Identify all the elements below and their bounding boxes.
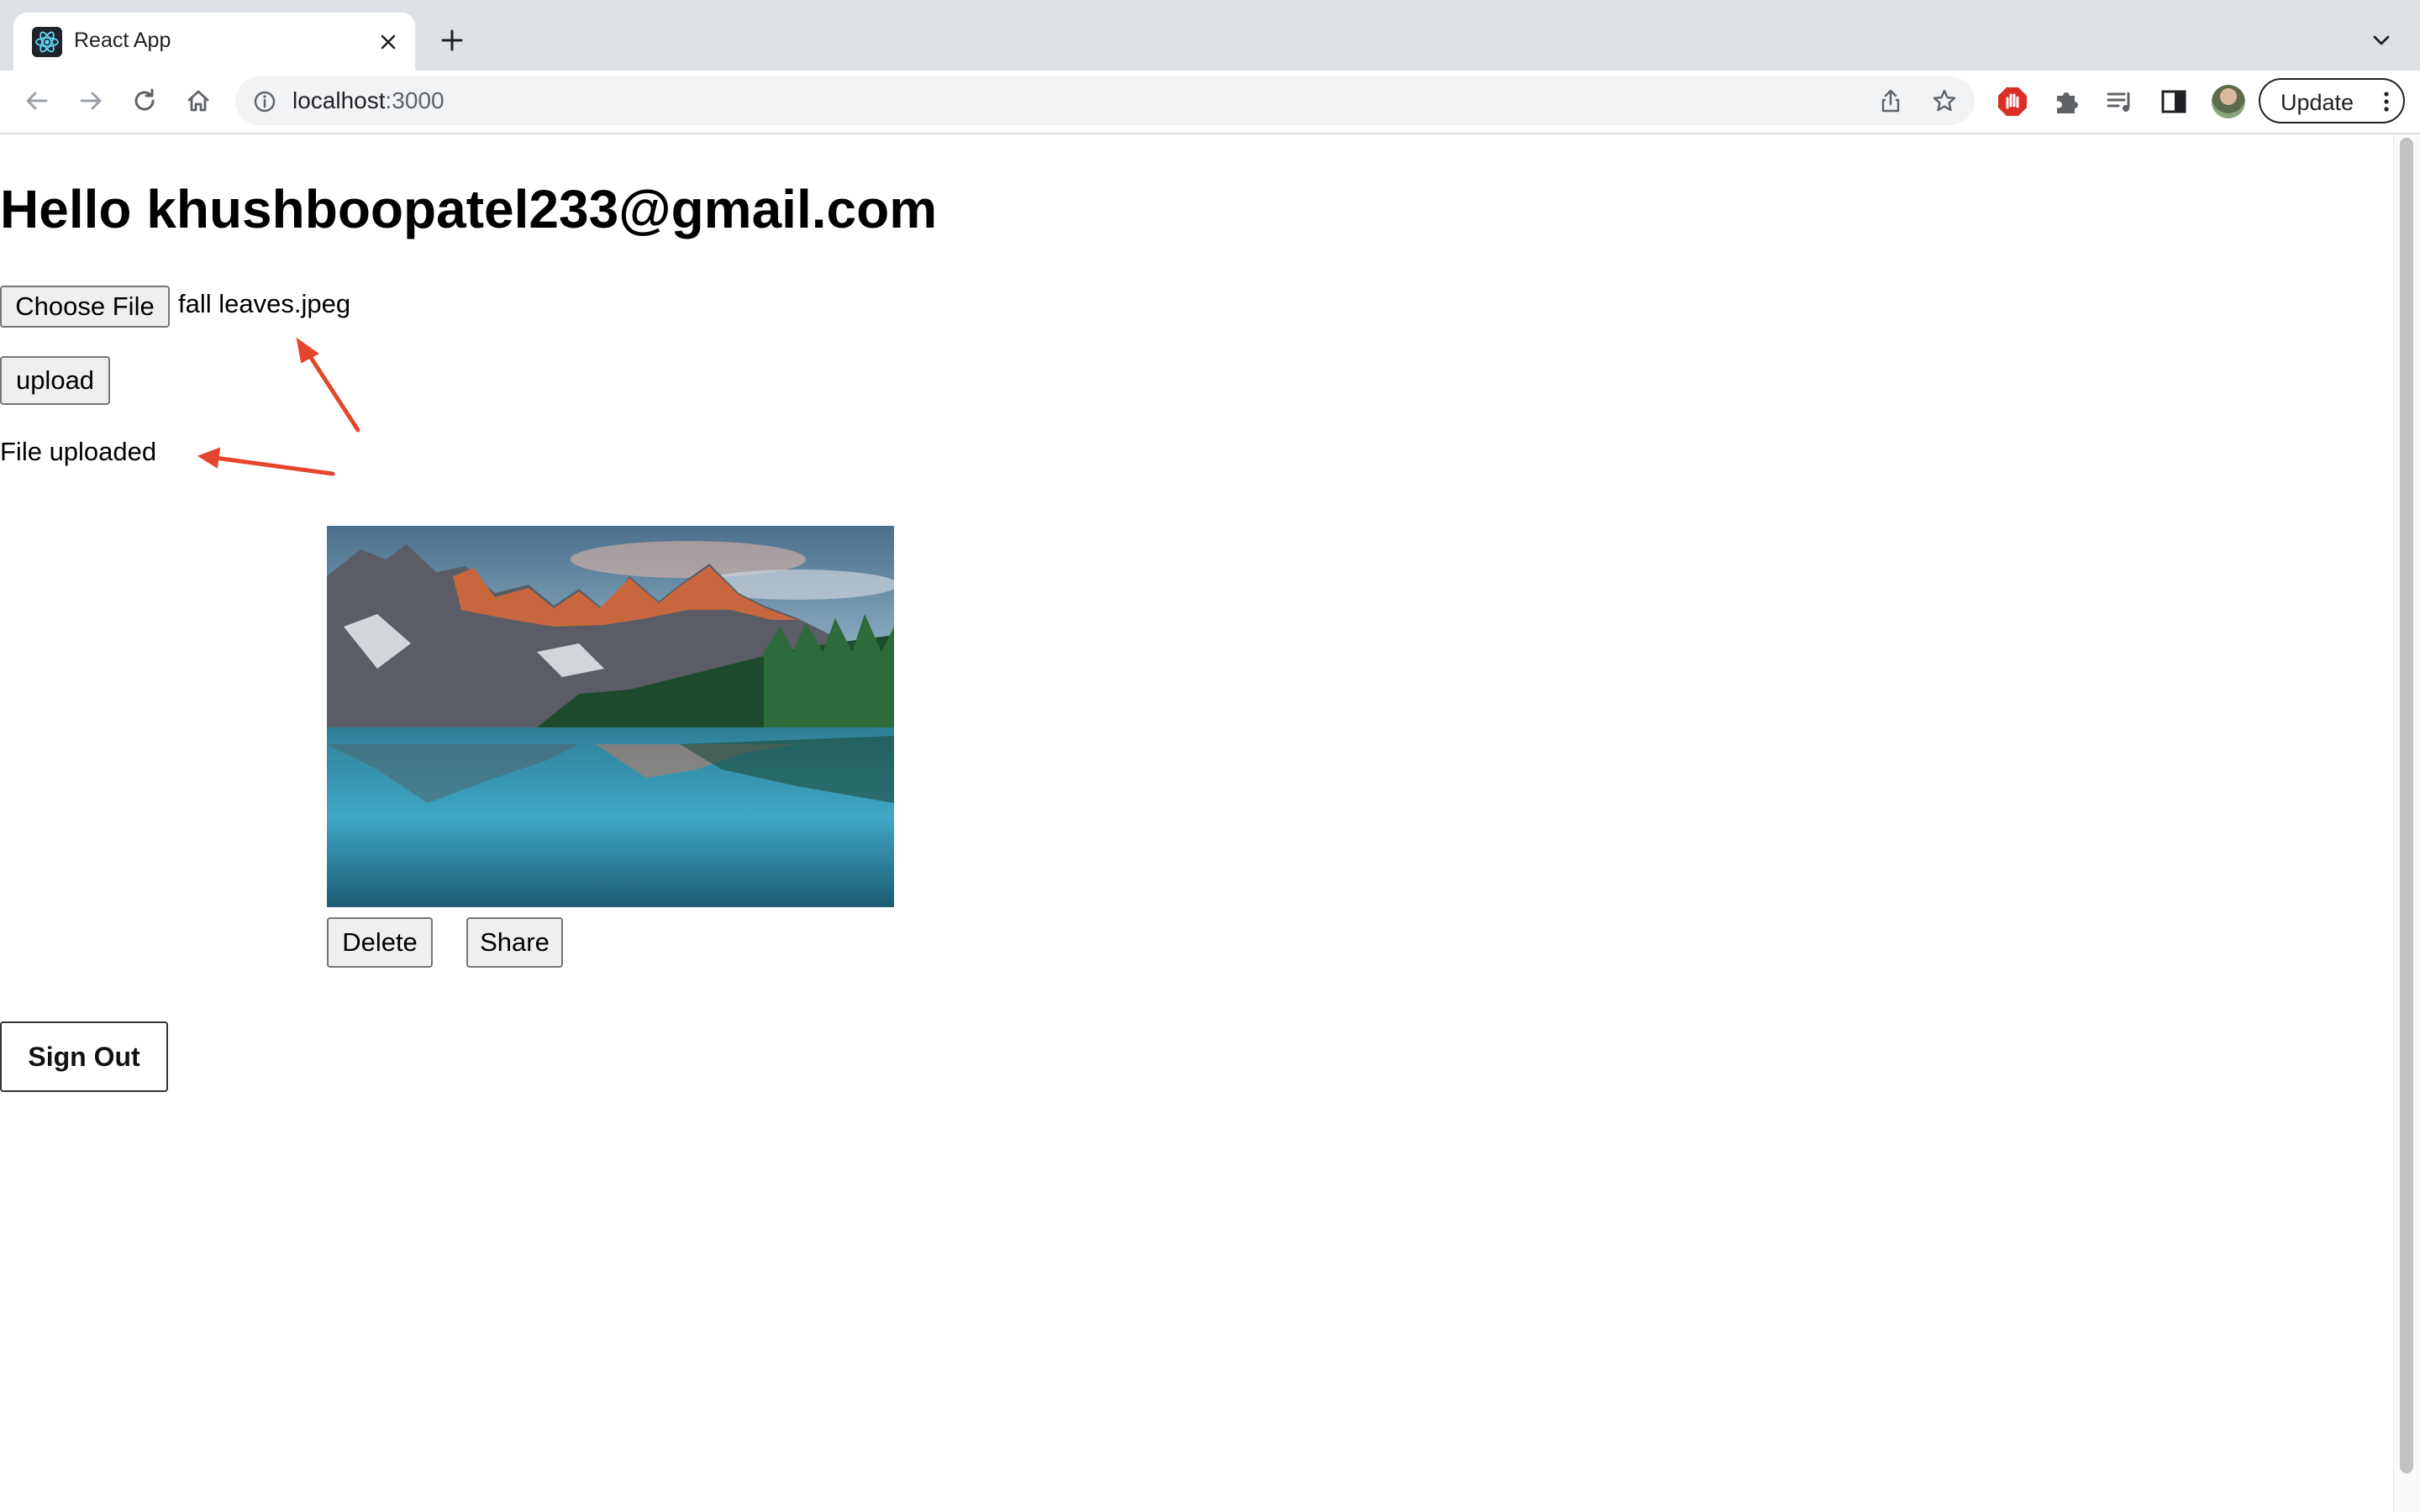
- tab-strip: React App: [0, 0, 2420, 71]
- address-bar[interactable]: localhost:3000: [235, 76, 1975, 125]
- update-label: Update: [2281, 90, 2354, 115]
- selected-file-name: fall leaves.jpeg: [178, 289, 351, 318]
- address-text: localhost:3000: [292, 87, 445, 114]
- landscape-image: [327, 526, 894, 907]
- plus-icon[interactable]: [439, 27, 466, 54]
- page-greeting: Hello khushboopatel233@gmail.com: [0, 179, 938, 239]
- annotation-arrow-to-status: [197, 447, 335, 476]
- kebab-menu-icon[interactable]: [2376, 90, 2396, 113]
- share-icon[interactable]: [1877, 87, 1904, 114]
- chevron-down-icon[interactable]: [2370, 29, 2393, 52]
- back-arrow-icon[interactable]: [20, 84, 54, 118]
- uploaded-image: [327, 526, 894, 907]
- puzzle-icon[interactable]: [2050, 86, 2082, 118]
- delete-button[interactable]: Delete: [327, 917, 433, 968]
- address-port: :3000: [385, 87, 445, 113]
- side-panel-icon[interactable]: [2158, 86, 2190, 118]
- tab-title: React App: [74, 29, 171, 52]
- sign-out-button[interactable]: Sign Out: [0, 1021, 168, 1092]
- star-icon[interactable]: [1931, 87, 1958, 114]
- home-icon[interactable]: [182, 84, 215, 118]
- profile-avatar[interactable]: [2212, 85, 2245, 118]
- choose-file-button[interactable]: Choose File: [0, 286, 170, 328]
- annotation-arrow-to-filename: [296, 337, 360, 433]
- media-queue-icon[interactable]: [2104, 86, 2136, 118]
- address-host: localhost: [292, 87, 386, 113]
- extension-shield-icon[interactable]: [1996, 86, 2028, 118]
- update-button[interactable]: Update: [2259, 78, 2405, 123]
- reload-icon[interactable]: [128, 84, 161, 118]
- close-icon[interactable]: [375, 29, 402, 55]
- browser-toolbar: localhost:3000 Update: [0, 71, 2420, 134]
- browser-tab[interactable]: React App: [13, 13, 415, 71]
- react-logo-icon: [32, 27, 62, 57]
- scrollbar-thumb[interactable]: [2400, 138, 2413, 1473]
- share-button[interactable]: Share: [466, 917, 563, 968]
- upload-status: File uploaded: [0, 437, 157, 466]
- forward-arrow-icon[interactable]: [74, 84, 108, 118]
- upload-button[interactable]: upload: [0, 356, 110, 405]
- info-icon[interactable]: [252, 89, 277, 114]
- page-scrollbar[interactable]: [2393, 134, 2420, 1512]
